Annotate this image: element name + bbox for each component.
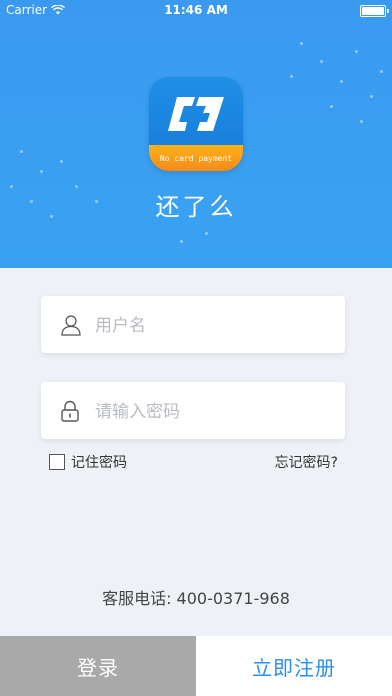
battery-icon	[360, 5, 389, 17]
login-button[interactable]: 登录	[0, 636, 196, 696]
forgot-password-link[interactable]: 忘记密码?	[275, 452, 338, 472]
password-input[interactable]	[93, 382, 337, 441]
service-hotline: 客服电话: 400-0371-968	[102, 589, 290, 608]
status-time: 11:46 AM	[164, 3, 228, 17]
lock-icon	[61, 400, 79, 422]
password-field-container	[41, 382, 345, 441]
username-field-container	[41, 296, 345, 355]
status-bar: Carrier 11:46 AM	[0, 0, 392, 20]
user-icon	[61, 315, 81, 336]
username-input[interactable]	[93, 296, 337, 355]
remember-checkbox[interactable]	[49, 454, 65, 470]
app-logo: No card payment	[149, 77, 243, 171]
remember-label: 记住密码	[71, 455, 127, 471]
logo-mark-icon	[168, 97, 224, 131]
register-button[interactable]: 立即注册	[196, 636, 392, 696]
app-title: 还了么	[155, 193, 237, 221]
logo-band-text: No card payment	[159, 154, 233, 163]
remember-password-toggle[interactable]: 记住密码	[49, 452, 127, 472]
